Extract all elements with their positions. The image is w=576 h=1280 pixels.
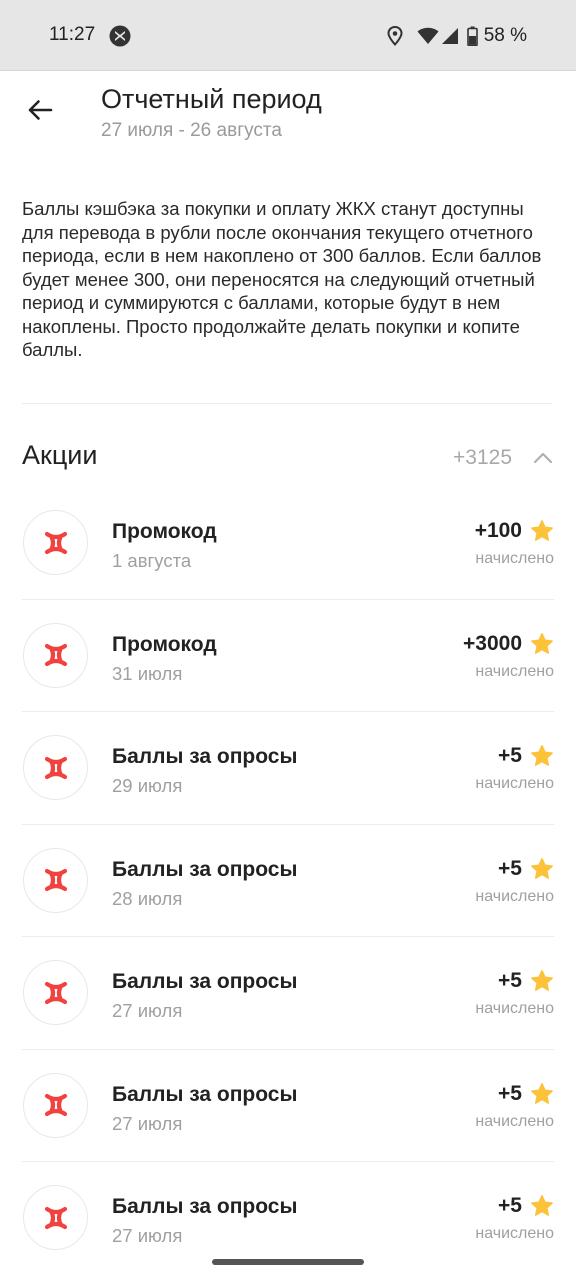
item-status: начислено [475,1112,554,1130]
item-points-wrap: +5 [498,969,554,993]
info-text: Баллы кэшбэка за покупки и оплату ЖКХ ст… [22,198,542,360]
item-status: начислено [475,662,554,680]
list-item[interactable]: Баллы за опросы 29 июля +5 начислено [0,712,576,825]
item-points-wrap: +5 [498,1194,554,1218]
list-item[interactable]: Баллы за опросы 27 июля +5 начислено [0,937,576,1050]
star-icon [531,1195,553,1216]
header: Отчетный период 27 июля - 26 августа [0,70,576,180]
item-points: +5 [498,744,522,767]
star-icon [531,970,553,991]
star-icon [531,745,553,766]
location-icon [387,26,403,46]
list-item[interactable]: Баллы за опросы 28 июля +5 начислено [0,825,576,937]
star-icon [531,632,553,654]
item-date: 27 июля [112,1000,183,1021]
star-icon [531,1082,553,1104]
merchant-logo-icon [23,510,88,575]
item-status: начислено [475,1225,554,1242]
item-points: +5 [498,1081,522,1105]
merchant-logo-icon [23,735,88,800]
item-points-wrap: +5 [498,1082,554,1106]
item-points-wrap: +100 [475,519,554,543]
star-icon [531,857,553,879]
item-date: 29 июля [112,775,183,796]
merchant-logo-icon [23,1185,88,1250]
item-title: Баллы за опросы [112,970,298,993]
cell-signal-icon [441,27,459,45]
section-title: Акции [22,440,98,470]
item-date: 1 августа [112,550,192,571]
wifi-icon [417,27,439,45]
chevron-up-icon [533,452,553,464]
page-title: Отчетный период [101,84,322,114]
merchant-logo-icon [23,622,88,688]
section-header[interactable]: Акции +3125 [22,440,554,480]
back-button[interactable] [20,90,60,130]
list-item[interactable]: Баллы за опросы 27 июля +5 начислено [0,1050,576,1162]
divider [22,403,552,404]
status-icons: 58 % [387,24,527,48]
battery-icon [466,26,478,46]
collapse-toggle[interactable] [532,444,554,472]
status-time: 11:27 [49,24,96,45]
item-points: +3000 [463,631,522,655]
item-points-wrap: +5 [498,857,554,881]
item-points-wrap: +5 [498,744,554,768]
item-title: Промокод [112,520,217,543]
item-points: +5 [498,856,522,880]
merchant-logo-icon [23,1072,88,1138]
item-status: начислено [475,1000,554,1017]
section-total: +3125 [453,446,512,469]
status-bar: 11:27 58 % [0,0,576,71]
star-icon [531,520,553,541]
list-item[interactable]: Промокод 31 июля +3000 начислено [0,600,576,712]
item-status: начислено [475,887,554,905]
battery-percent: 58 % [483,25,527,46]
app-notification-icon [109,25,131,47]
item-status: начислено [475,550,554,567]
merchant-logo-icon [23,847,88,913]
item-date: 27 июля [112,1225,183,1246]
item-date: 31 июля [112,662,183,684]
item-title: Баллы за опросы [112,745,298,768]
arrow-left-icon [28,100,53,120]
merchant-logo-icon [23,960,88,1025]
item-points-wrap: +3000 [463,632,554,656]
item-date: 28 июля [112,887,183,909]
item-status: начислено [475,775,554,792]
item-title: Баллы за опросы [112,1082,298,1106]
period-dates: 27 июля - 26 августа [101,120,282,141]
item-date: 27 июля [112,1112,183,1134]
item-points: +100 [474,519,522,542]
item-title: Баллы за опросы [112,857,298,881]
list-item[interactable]: Промокод 1 августа +100 начислено [0,487,576,600]
item-points: +5 [498,1194,522,1217]
item-title: Баллы за опросы [112,1195,298,1218]
list-item[interactable]: Баллы за опросы 27 июля +5 начислено [0,1162,576,1275]
item-title: Промокод [112,632,217,656]
promotions-list: Промокод 1 августа +100 начислено Промок… [0,487,576,1275]
gesture-nav-handle[interactable] [212,1259,364,1265]
item-points: +5 [498,969,522,992]
